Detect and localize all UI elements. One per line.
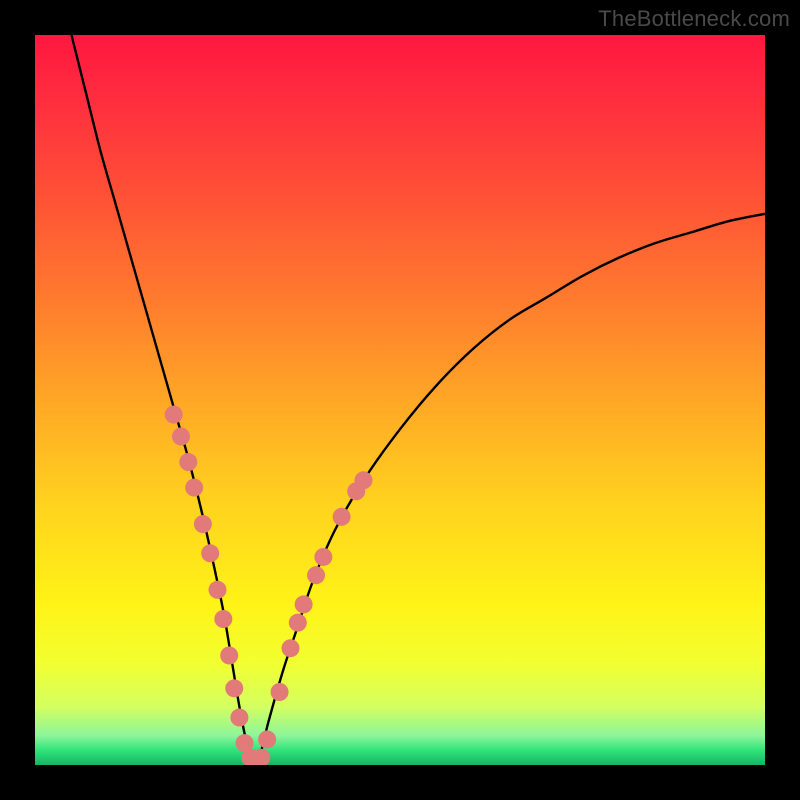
data-marker: [314, 548, 332, 566]
data-marker: [201, 544, 219, 562]
data-marker: [172, 428, 190, 446]
data-marker: [307, 566, 325, 584]
marker-group: [165, 406, 373, 765]
bottleneck-curve: [72, 35, 766, 765]
outer-frame: TheBottleneck.com: [0, 0, 800, 800]
data-marker: [209, 581, 227, 599]
watermark-text: TheBottleneck.com: [598, 6, 790, 32]
data-marker: [230, 709, 248, 727]
plot-area: [35, 35, 765, 765]
data-marker: [220, 647, 238, 665]
data-marker: [295, 595, 313, 613]
data-marker: [179, 453, 197, 471]
data-marker: [214, 610, 232, 628]
data-marker: [258, 730, 276, 748]
data-marker: [333, 508, 351, 526]
data-marker: [165, 406, 183, 424]
data-marker: [185, 479, 203, 497]
data-marker: [289, 614, 307, 632]
data-marker: [194, 515, 212, 533]
chart-svg: [35, 35, 765, 765]
data-marker: [355, 471, 373, 489]
data-marker: [271, 683, 289, 701]
data-marker: [282, 639, 300, 657]
data-marker: [225, 679, 243, 697]
